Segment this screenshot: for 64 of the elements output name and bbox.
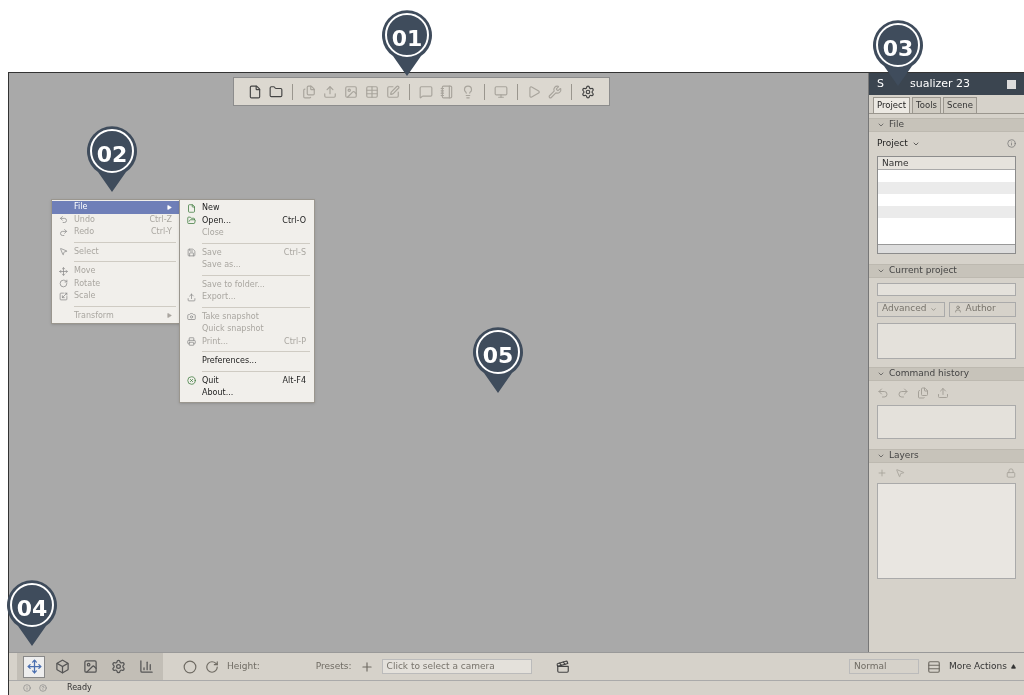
advanced-dropdown[interactable]: Advanced [877,301,945,317]
redo-icon [58,227,68,237]
info-icon[interactable] [1007,139,1016,149]
panel-title-bar: S sualizer 23 [869,73,1024,95]
move-icon [58,266,68,276]
rows-icon[interactable] [926,659,941,674]
presets-label: Presets: [315,659,352,673]
description-field[interactable] [877,322,1016,359]
pointer-icon[interactable] [895,467,905,478]
new-file-icon [186,203,196,213]
info-icon[interactable] [23,684,31,692]
submenu-arrow-icon [167,313,172,319]
pages-icon[interactable] [917,386,929,399]
export-icon [186,292,196,302]
pointer-icon [58,247,68,257]
height-label: Height: [227,659,260,673]
section-header[interactable]: Command history [869,366,1024,381]
submenu-arrow-icon [167,204,172,210]
caret-icon [930,305,938,313]
lock-icon[interactable] [1006,467,1016,478]
collapse-icon [877,121,885,129]
menu-item[interactable]: New [180,202,314,215]
status-text: Ready [67,682,92,694]
save-icon [186,248,196,258]
scale-icon [58,291,68,301]
camera-icon [186,312,196,322]
panel-tab[interactable]: Scene [943,97,977,113]
panel-tab[interactable]: Tools [912,97,942,113]
panel-tab[interactable]: Project [873,97,911,113]
undo-icon [58,215,68,225]
camera-field[interactable]: Click to select a camera [381,659,532,674]
open-folder-icon [186,216,196,226]
project-dropdown[interactable]: Project [877,137,920,151]
printer-icon [186,337,196,347]
menu-item[interactable]: Open... Ctrl-O [180,214,314,227]
maximize-button[interactable] [1007,79,1016,89]
section-header[interactable]: File [869,118,1024,132]
horizontal-scrollbar[interactable] [878,243,1015,253]
upload-icon[interactable] [937,386,949,399]
quit-icon [186,376,196,386]
menu-item[interactable]: File [52,201,180,214]
author-button[interactable]: Author [948,301,1016,317]
column-header[interactable]: Name [878,156,1015,170]
section-header[interactable]: Layers [869,448,1024,463]
navigate-icon[interactable] [23,655,45,678]
callout-marker: 01 [381,10,433,76]
caret-icon [1011,664,1016,669]
add-icon[interactable] [359,659,374,674]
project-name-field[interactable] [877,282,1016,296]
rotate-icon [58,279,68,289]
section-header[interactable]: Current project [869,263,1024,278]
more-actions-button[interactable]: More Actions [948,659,1016,674]
blend-mode-dropdown[interactable]: Normal [848,659,919,674]
help-icon[interactable] [39,684,47,692]
clapperboard-icon[interactable] [555,659,570,674]
add-icon[interactable] [877,467,887,478]
circle-icon[interactable] [183,659,197,674]
undo-icon[interactable] [877,386,889,399]
menu-item[interactable]: About... [180,387,314,400]
menu-item[interactable]: Preferences... [180,355,314,368]
person-icon [953,305,962,313]
menu-item[interactable]: Quit Alt-F4 [180,374,314,387]
rotate-icon[interactable] [205,659,219,674]
redo-icon[interactable] [897,386,909,399]
